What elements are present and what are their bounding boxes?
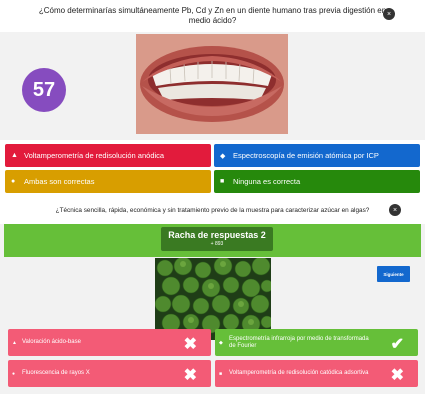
answer-circle-result: ● Fluorescencia de rayos X ✖ [8,360,211,387]
question-header: ¿Técnica sencilla, rápida, económica y s… [0,198,425,224]
answer-square-result: ■ Voltamperometría de redisolución catód… [215,360,418,387]
result-banner: Racha de respuestas 2 + 893 [4,224,421,257]
triangle-icon: ▲ [12,339,17,346]
close-icon[interactable]: × [389,204,401,216]
question-header: ¿Cómo determinarías simultáneamente Pb, … [0,0,425,32]
question-panel-2: ¿Técnica sencilla, rápida, económica y s… [0,198,425,394]
next-button[interactable]: Siguiente [377,266,410,282]
answer-label: Ninguna es correcta [233,177,301,186]
streak-title: Racha de respuestas 2 [168,230,266,240]
answer-grid: ▲ Voltamperometría de redisolución anódi… [5,144,420,193]
streak-points: + 893 [210,241,224,247]
answer-label: Voltamperometría de redisolución catódic… [229,370,369,377]
answer-circle-button[interactable]: ● Ambas son correctas [5,170,211,193]
question-panel-1: ¿Cómo determinarías simultáneamente Pb, … [0,0,425,198]
answer-label: Fluorescencia de rayos X [22,370,90,377]
triangle-icon: ▲ [11,152,18,159]
circle-icon: ● [12,370,16,377]
question-stage: 57 [0,32,425,140]
incorrect-icon: ✖ [183,367,197,384]
question-image-teeth [136,34,288,134]
answer-streak-box: Racha de respuestas 2 + 893 [161,227,273,251]
countdown-timer: 57 [22,68,66,112]
answer-results-grid: ▲ Valoración ácido-base ✖ ◆ Espectrometr… [8,329,418,387]
incorrect-icon: ✖ [183,336,197,353]
answer-label: Ambas son correctas [24,177,95,186]
answer-square-button[interactable]: ■ Ninguna es correcta [214,170,420,193]
square-icon: ■ [220,178,225,185]
answer-label: Espectrometría infrarroja por medio de t… [229,335,369,349]
answer-label: Valoración ácido-base [22,339,81,346]
answer-diamond-button[interactable]: ◆ Espectroscopía de emisión atómica por … [214,144,420,167]
square-icon: ■ [219,370,223,377]
diamond-icon: ◆ [220,152,226,160]
close-icon[interactable]: × [383,8,395,20]
answer-label: Voltamperometría de redisolución anódica [24,151,165,160]
correct-icon: ✔ [390,336,404,353]
answer-label: Espectroscopía de emisión atómica por IC… [233,151,379,160]
question-image-algae [155,258,271,340]
incorrect-icon: ✖ [390,367,404,384]
answer-triangle-result: ▲ Valoración ácido-base ✖ [8,329,211,356]
answer-triangle-button[interactable]: ▲ Voltamperometría de redisolución anódi… [5,144,211,167]
circle-icon: ● [11,178,16,185]
question-text: ¿Técnica sencilla, rápida, económica y s… [55,207,370,215]
answer-diamond-result: ◆ Espectrometría infrarroja por medio de… [215,329,418,356]
diamond-icon: ◆ [219,339,223,346]
question-text: ¿Cómo determinarías simultáneamente Pb, … [38,6,387,25]
